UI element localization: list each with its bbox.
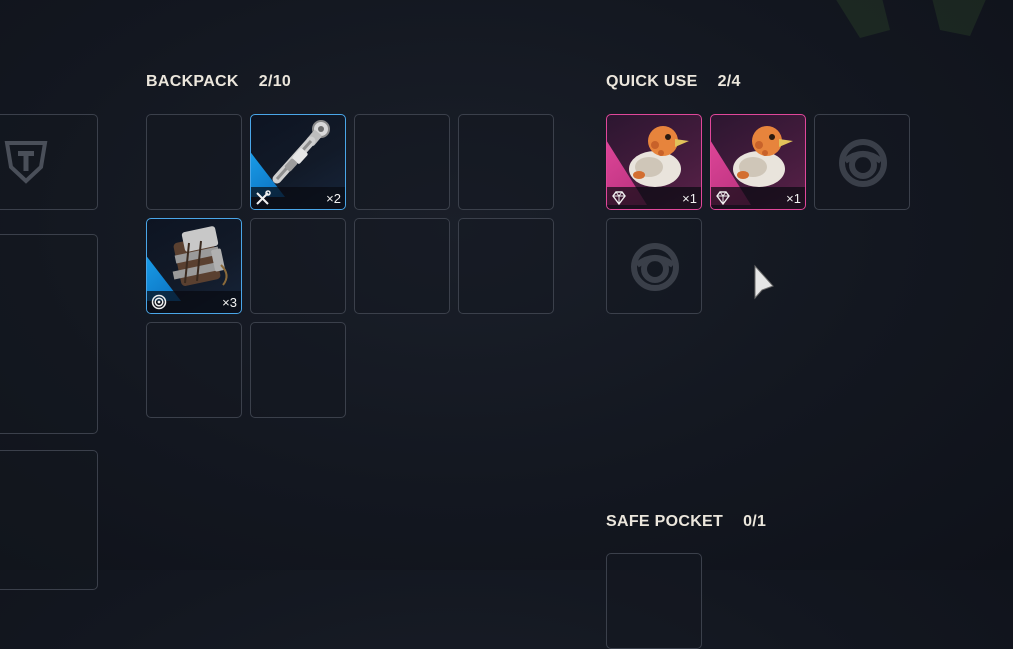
grappling-tool-icon — [272, 120, 330, 184]
canister-bundle-icon — [172, 226, 228, 286]
empty-slot-ring-icon — [631, 243, 679, 291]
quick-use-slot-2[interactable]: ×1 — [710, 114, 806, 210]
empty-slot-ring-icon — [839, 139, 887, 187]
shield-equipment-slot[interactable] — [0, 114, 98, 210]
quick-use-title: QUICK USE — [606, 73, 698, 90]
backpack-slot-4[interactable] — [458, 114, 554, 210]
quick-use-header: QUICK USE 2/4 — [606, 73, 741, 91]
backpack-slot-7[interactable] — [354, 218, 450, 314]
backpack-header: BACKPACK 2/10 — [146, 73, 291, 91]
rubber-duck-icon — [733, 126, 793, 187]
safe-pocket-title: SAFE POCKET — [606, 513, 724, 530]
backpack-slot-10[interactable] — [250, 322, 346, 418]
quick-use-slot-4[interactable] — [606, 218, 702, 314]
backpack-title: BACKPACK — [146, 73, 239, 90]
backpack-slot-5[interactable]: ×3 — [146, 218, 242, 314]
backpack-slot-9[interactable] — [146, 322, 242, 418]
safe-pocket-header: SAFE POCKET 0/1 — [606, 513, 766, 531]
augment-equipment-slot[interactable] — [0, 234, 98, 434]
lower-equipment-slot[interactable] — [0, 450, 98, 590]
backpack-slot-3[interactable] — [354, 114, 450, 210]
quick-use-count: 2/4 — [717, 73, 741, 90]
quick-use-slot-1[interactable]: ×1 — [606, 114, 702, 210]
safe-pocket-count: 0/1 — [743, 513, 767, 530]
backpack-slot-8[interactable] — [458, 218, 554, 314]
item-quantity: ×2 — [326, 191, 341, 206]
quick-use-slot-3[interactable] — [814, 114, 910, 210]
safe-pocket-slot-1[interactable] — [606, 553, 702, 649]
backpack-count: 2/10 — [258, 73, 292, 90]
mouse-cursor-icon — [754, 264, 774, 300]
backpack-slot-2[interactable]: ×2 — [250, 114, 346, 210]
gem-icon — [716, 191, 730, 206]
item-quantity: ×3 — [222, 295, 237, 310]
backpack-slot-1[interactable] — [146, 114, 242, 210]
item-quantity: ×1 — [682, 191, 697, 206]
shield-emblem-icon — [4, 141, 48, 184]
backpack-slot-6[interactable] — [250, 218, 346, 314]
target-icon — [151, 294, 167, 310]
background-emblem-icon — [836, 0, 986, 38]
crossed-tools-icon — [256, 190, 271, 205]
rubber-duck-icon — [629, 126, 689, 187]
gem-icon — [612, 191, 626, 206]
item-quantity: ×1 — [786, 191, 801, 206]
